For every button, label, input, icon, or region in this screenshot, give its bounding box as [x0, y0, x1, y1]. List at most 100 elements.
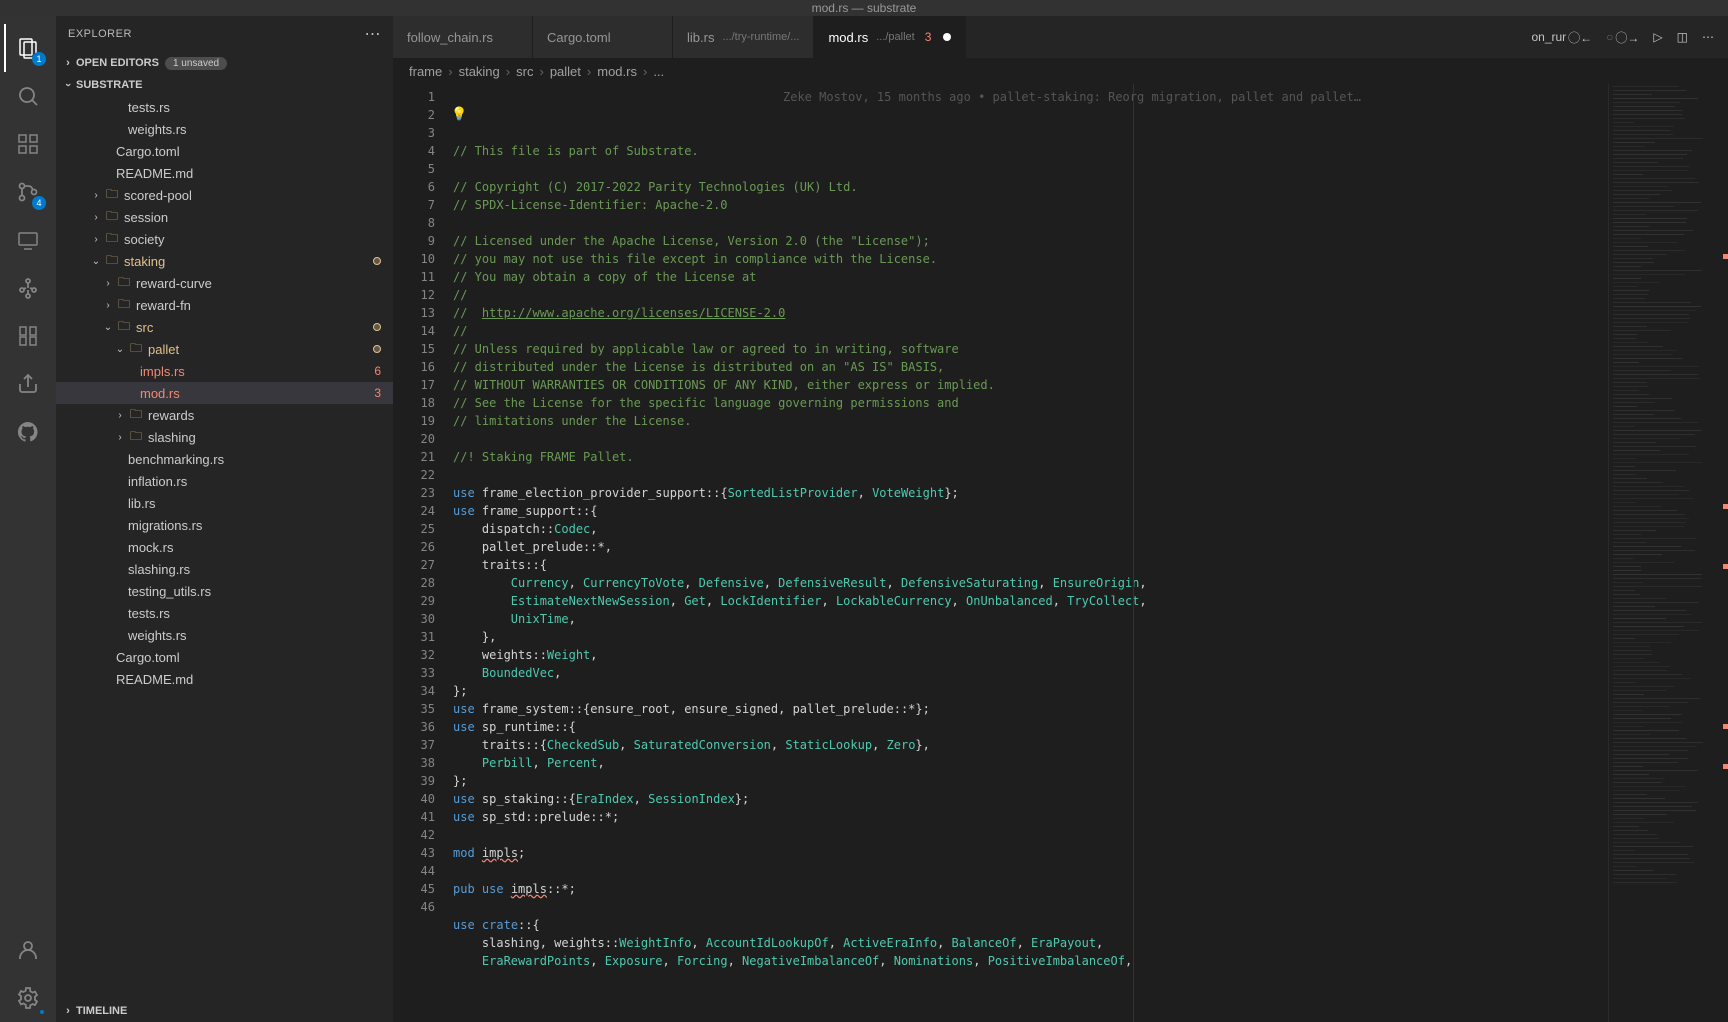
file-item[interactable]: slashing.rs [56, 558, 393, 580]
folder-item[interactable]: ⌄🗀pallet [56, 338, 393, 360]
file-item[interactable]: weights.rs [56, 624, 393, 646]
code-line[interactable]: use sp_runtime::{ [453, 718, 1608, 736]
breadcrumb-item[interactable]: pallet [550, 64, 581, 79]
code-line[interactable]: use sp_std::prelude::*; [453, 808, 1608, 826]
file-item[interactable]: weights.rs [56, 118, 393, 140]
breadcrumb-item[interactable]: frame [409, 64, 442, 79]
file-item[interactable]: mock.rs [56, 536, 393, 558]
code-line[interactable]: traits::{ [453, 556, 1608, 574]
code-line[interactable]: // Licensed under the Apache License, Ve… [453, 232, 1608, 250]
code-line[interactable]: // Copyright (C) 2017-2022 Parity Techno… [453, 178, 1608, 196]
code-line[interactable]: // Unless required by applicable law or … [453, 340, 1608, 358]
explorer-icon[interactable]: 1 [4, 24, 52, 72]
code-line[interactable]: EstimateNextNewSession, Get, LockIdentif… [453, 592, 1608, 610]
file-item[interactable]: README.md [56, 668, 393, 690]
go-forward-icon[interactable]: ⃝→ [1627, 29, 1639, 46]
file-item[interactable]: Cargo.toml [56, 646, 393, 668]
code-line[interactable]: // WITHOUT WARRANTIES OR CONDITIONS OF A… [453, 376, 1608, 394]
file-item[interactable]: lib.rs [56, 492, 393, 514]
extensions-icon[interactable] [4, 120, 52, 168]
file-item[interactable]: migrations.rs [56, 514, 393, 536]
code-line[interactable]: // [453, 286, 1608, 304]
run-icon[interactable]: ▷ [1653, 30, 1662, 44]
code-line[interactable]: Currency, CurrencyToVote, Defensive, Def… [453, 574, 1608, 592]
code-area[interactable]: Zeke Mostov, 15 months ago • pallet-stak… [453, 84, 1608, 1022]
file-item[interactable]: inflation.rs [56, 470, 393, 492]
editor-tab[interactable]: lib.rs.../try-runtime/... [673, 16, 814, 58]
code-line[interactable]: UnixTime, [453, 610, 1608, 628]
code-line[interactable]: }; [453, 682, 1608, 700]
code-line[interactable] [453, 826, 1608, 844]
open-editors-section[interactable]: › OPEN EDITORS 1 unsaved [56, 52, 393, 74]
editor-content[interactable]: 💡 12345678910111213141516171819202122232… [393, 84, 1728, 1022]
code-line[interactable]: use frame_support::{ [453, 502, 1608, 520]
code-line[interactable] [453, 898, 1608, 916]
folder-item[interactable]: ›🗀rewards [56, 404, 393, 426]
code-line[interactable]: weights::Weight, [453, 646, 1608, 664]
code-line[interactable]: // This file is part of Substrate. [453, 142, 1608, 160]
sidebar-more-icon[interactable]: ⋯ [365, 24, 382, 44]
references-icon[interactable] [4, 312, 52, 360]
breadcrumb-item[interactable]: mod.rs [597, 64, 637, 79]
code-line[interactable]: EraRewardPoints, Exposure, Forcing, Nega… [453, 952, 1608, 970]
folder-item[interactable]: ›🗀reward-fn [56, 294, 393, 316]
share-icon[interactable] [4, 360, 52, 408]
source-control-icon[interactable]: 4 [4, 168, 52, 216]
code-line[interactable]: pallet_prelude::*, [453, 538, 1608, 556]
code-line[interactable]: // You may obtain a copy of the License … [453, 268, 1608, 286]
workspace-section[interactable]: › SUBSTRATE [56, 74, 393, 96]
code-line[interactable]: dispatch::Codec, [453, 520, 1608, 538]
code-line[interactable]: // SPDX-License-Identifier: Apache-2.0 [453, 196, 1608, 214]
editor-tab[interactable]: mod.rs.../pallet3 [814, 16, 966, 58]
file-item[interactable]: tests.rs [56, 96, 393, 118]
folder-item[interactable]: ›🗀reward-curve [56, 272, 393, 294]
folder-item[interactable]: ›🗀society [56, 228, 393, 250]
code-line[interactable]: }; [453, 772, 1608, 790]
code-line[interactable]: use frame_election_provider_support::{So… [453, 484, 1608, 502]
folder-item[interactable]: ›🗀session [56, 206, 393, 228]
editor-tab[interactable]: Cargo.toml [533, 16, 673, 58]
split-editor-icon[interactable]: ◫ [1677, 30, 1688, 44]
breadcrumb-item[interactable]: ... [653, 64, 664, 79]
code-line[interactable] [453, 430, 1608, 448]
code-line[interactable] [453, 160, 1608, 178]
account-icon[interactable] [4, 926, 52, 974]
settings-icon[interactable] [4, 974, 52, 1022]
folder-item[interactable]: ⌄🗀staking [56, 250, 393, 272]
code-line[interactable]: // limitations under the License. [453, 412, 1608, 430]
code-line[interactable]: }, [453, 628, 1608, 646]
code-line[interactable]: // [453, 322, 1608, 340]
code-line[interactable] [453, 466, 1608, 484]
code-line[interactable]: // distributed under the License is dist… [453, 358, 1608, 376]
go-back-icon[interactable]: ⃝← [1580, 29, 1592, 46]
nav-icon[interactable]: ○ [1606, 30, 1613, 44]
folder-item[interactable]: ⌄🗀src [56, 316, 393, 338]
file-item[interactable]: mod.rs3 [56, 382, 393, 404]
search-icon[interactable] [4, 72, 52, 120]
editor-tab[interactable]: follow_chain.rs [393, 16, 533, 58]
github-icon[interactable] [4, 408, 52, 456]
code-line[interactable]: use frame_system::{ensure_root, ensure_s… [453, 700, 1608, 718]
code-line[interactable]: pub use impls::*; [453, 880, 1608, 898]
code-line[interactable] [453, 214, 1608, 232]
remote-explorer-icon[interactable] [4, 216, 52, 264]
git-graph-icon[interactable] [4, 264, 52, 312]
code-line[interactable]: // http://www.apache.org/licenses/LICENS… [453, 304, 1608, 322]
minimap[interactable] [1608, 84, 1728, 1022]
code-line[interactable]: slashing, weights::WeightInfo, AccountId… [453, 934, 1608, 952]
code-line[interactable]: traits::{CheckedSub, SaturatedConversion… [453, 736, 1608, 754]
folder-item[interactable]: ›🗀scored-pool [56, 184, 393, 206]
code-line[interactable]: Perbill, Percent, [453, 754, 1608, 772]
code-line[interactable]: //! Staking FRAME Pallet. [453, 448, 1608, 466]
file-item[interactable]: README.md [56, 162, 393, 184]
folder-item[interactable]: ›🗀slashing [56, 426, 393, 448]
code-line[interactable]: BoundedVec, [453, 664, 1608, 682]
more-actions-icon[interactable]: ⋯ [1702, 30, 1714, 44]
code-line[interactable]: use sp_staking::{EraIndex, SessionIndex}… [453, 790, 1608, 808]
file-item[interactable]: testing_utils.rs [56, 580, 393, 602]
code-line[interactable] [453, 862, 1608, 880]
file-item[interactable]: tests.rs [56, 602, 393, 624]
file-item[interactable]: benchmarking.rs [56, 448, 393, 470]
code-line[interactable]: use crate::{ [453, 916, 1608, 934]
timeline-section[interactable]: › TIMELINE [56, 1000, 393, 1022]
